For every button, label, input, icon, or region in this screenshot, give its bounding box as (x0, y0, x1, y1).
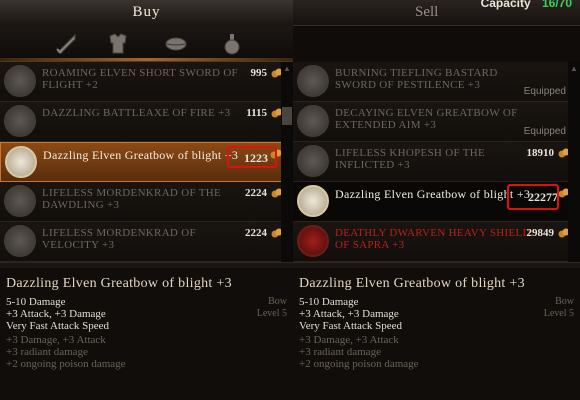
details-damage: 5-10 Damage (6, 296, 66, 308)
details-level: Level 5 (543, 308, 574, 319)
list-item[interactable]: Lifeless Mordenkrad of velocity +3 2224 (0, 222, 293, 262)
bow-icon (297, 185, 329, 217)
hammer-icon (4, 185, 36, 217)
details-attack: +3 Attack, +3 Damage (6, 308, 106, 320)
capacity-value: 16/70 (541, 0, 572, 10)
item-price: 2224 (245, 227, 267, 239)
annotation-box (227, 146, 277, 168)
item-name: Burning Tiefling Bastard sword of pestil… (335, 67, 498, 91)
details-title: Dazzling Elven Greatbow of blight +3 (6, 276, 232, 291)
item-price: 29849 (526, 227, 555, 239)
tab-buy[interactable]: Buy (0, 0, 293, 26)
scroll-up-icon[interactable]: ▲ (570, 64, 578, 73)
sword-icon[interactable] (52, 30, 80, 58)
bow-icon (5, 146, 37, 178)
item-price: 2224 (245, 187, 267, 199)
buy-details-panel: Dazzling Elven Greatbow of blight +3 5-1… (0, 268, 293, 400)
buy-list: Roaming Elven Short sword of flight +2 9… (0, 62, 293, 262)
item-name: Lifeless Mordenkrad of velocity +3 (42, 227, 196, 251)
potion-icon[interactable] (218, 30, 246, 58)
details-bonus: +2 ongoing poison damage (299, 358, 419, 370)
sword-icon (297, 65, 329, 97)
details-title: Dazzling Elven Greatbow of blight +3 (299, 276, 525, 291)
category-bar (0, 26, 293, 62)
capacity-label: Capacity (480, 0, 531, 10)
details-speed: Very Fast Attack Speed (299, 320, 402, 332)
list-item-highlight[interactable]: Dazzling Elven Greatbow of blight +3 222… (293, 182, 580, 222)
item-name: Dazzling Battleaxe of fire +3 (42, 107, 231, 119)
details-speed: Very Fast Attack Speed (6, 320, 109, 332)
tab-sell-label: Sell (415, 4, 439, 20)
item-price: 1115 (246, 107, 267, 119)
item-name: Decaying Elven Greatbow of extended aim … (335, 107, 518, 131)
list-item[interactable]: Lifeless Khopesh of the inflicted +3 189… (293, 142, 580, 182)
item-name: Roaming Elven Short sword of flight +2 (42, 67, 238, 91)
item-name: Lifeless Mordenkrad of the dawdling +3 (42, 187, 222, 211)
hammer-icon (4, 225, 36, 257)
armor-icon[interactable] (104, 30, 132, 58)
scroll-thumb[interactable] (282, 107, 292, 125)
merchant-window: Buy Sell Capacity 16/70 Roaming Elven Sh… (0, 0, 580, 400)
list-item[interactable]: Roaming Elven Short sword of flight +2 9… (0, 62, 293, 102)
list-item[interactable]: Lifeless Mordenkrad of the dawdling +3 2… (0, 182, 293, 222)
capacity-display: Capacity 16/70 (481, 0, 572, 10)
sell-header-space (293, 26, 580, 62)
item-price: 18910 (526, 147, 555, 159)
item-name: Dazzling Elven Greatbow of blight +3 (43, 148, 239, 162)
details-type: Bow (555, 296, 574, 307)
buy-scrollbar[interactable]: ▲ (281, 62, 293, 262)
details-bonus: +2 ongoing poison damage (6, 358, 126, 370)
scroll-up-icon[interactable]: ▲ (283, 64, 291, 73)
khopesh-icon (297, 145, 329, 177)
annotation-box (507, 184, 559, 210)
details-bonus: +3 radiant damage (6, 346, 88, 358)
details-type: Bow (268, 296, 287, 307)
sell-scrollbar[interactable]: ▲ (568, 62, 580, 262)
list-item[interactable]: Burning Tiefling Bastard sword of pestil… (293, 62, 580, 102)
details-bonus: +3 Damage, +3 Attack (299, 334, 399, 346)
item-status: Equipped (523, 86, 566, 97)
item-name: Dazzling Elven Greatbow of blight +3 (335, 187, 531, 201)
item-name: Lifeless Khopesh of the inflicted +3 (335, 147, 486, 171)
lips-icon[interactable] (162, 30, 190, 58)
sword-icon (4, 65, 36, 97)
details-level: Level 5 (256, 308, 287, 319)
list-item-selected[interactable]: Dazzling Elven Greatbow of blight +3 122… (0, 142, 293, 182)
list-item[interactable]: Deathly Dwarven Heavy shield of Sapra +3… (293, 222, 580, 262)
shield-icon (297, 225, 329, 257)
details-damage: 5-10 Damage (299, 296, 359, 308)
details-bonus: +3 radiant damage (299, 346, 381, 358)
item-price: 995 (250, 67, 268, 79)
item-status: Equipped (523, 126, 566, 137)
axe-icon (4, 105, 36, 137)
sell-details-panel: Dazzling Elven Greatbow of blight +3 5-1… (293, 268, 580, 400)
bow-icon (297, 105, 329, 137)
header-bar: Buy Sell Capacity 16/70 (0, 0, 580, 26)
details-attack: +3 Attack, +3 Damage (299, 308, 399, 320)
item-name: Deathly Dwarven Heavy shield of Sapra +3 (335, 227, 531, 251)
list-item[interactable]: Dazzling Battleaxe of fire +3 1115 (0, 102, 293, 142)
details-bonus: +3 Damage, +3 Attack (6, 334, 106, 346)
list-item[interactable]: Decaying Elven Greatbow of extended aim … (293, 102, 580, 142)
sell-list: Burning Tiefling Bastard sword of pestil… (293, 62, 580, 262)
